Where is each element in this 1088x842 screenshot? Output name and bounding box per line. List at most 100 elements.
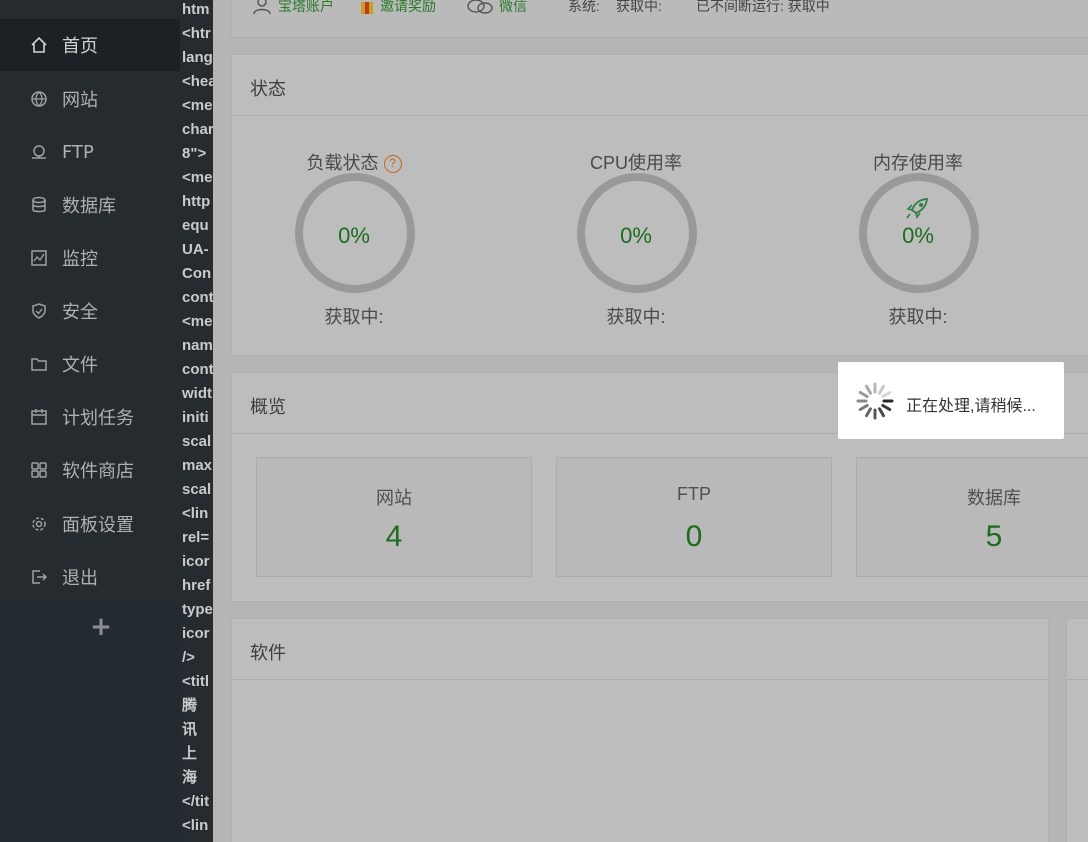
gift-icon bbox=[361, 2, 373, 14]
code-line: 上 bbox=[182, 745, 198, 762]
sidebar-item-home[interactable]: 首页 bbox=[0, 19, 180, 71]
code-line: cont bbox=[182, 361, 213, 378]
code-line: equ bbox=[182, 217, 209, 234]
spinner-segment bbox=[881, 404, 892, 411]
monitor-icon bbox=[29, 248, 49, 268]
code-line: Con bbox=[182, 265, 212, 282]
gauge-status: 获取中: bbox=[888, 307, 948, 327]
code-line: cont bbox=[182, 289, 213, 306]
user-icon bbox=[253, 0, 271, 14]
sidebar-item-label: FTP bbox=[62, 141, 94, 163]
overview-title: 概览 bbox=[250, 397, 286, 417]
database-icon bbox=[29, 195, 49, 215]
code-line: <me bbox=[182, 97, 213, 114]
code-line: rel= bbox=[182, 529, 210, 546]
code-line: <me bbox=[182, 313, 213, 330]
gauge-value: 0% bbox=[620, 223, 652, 248]
account-link[interactable]: 宝塔账户 bbox=[252, 0, 334, 14]
cpu-gauge[interactable]: CPU使用率 0% 获取中: bbox=[536, 115, 736, 355]
sidebar-item-label: 面板设置 bbox=[62, 515, 134, 536]
sidebar-item-settings[interactable]: 面板设置 bbox=[0, 498, 180, 550]
right-card bbox=[1066, 618, 1088, 842]
code-line: widt bbox=[182, 385, 212, 402]
status-card: 状态 负载状态 ? 0% 获取中: CPU使用率 0% 获取中: 内存使用率 0… bbox=[231, 54, 1088, 356]
stat-databases[interactable]: 数据库 5 bbox=[856, 457, 1088, 577]
add-shortcut-button[interactable]: + bbox=[88, 612, 114, 642]
code-line: char bbox=[182, 121, 213, 138]
sidebar: 首页 网站 FTP 数据库 监控 安全 文件 计划任务 软件商店 面板设置 退出… bbox=[0, 0, 180, 842]
system-label: 系统: bbox=[568, 0, 600, 14]
code-line: scal bbox=[182, 433, 212, 450]
sidebar-item-label: 数据库 bbox=[62, 196, 116, 217]
sidebar-item-label: 文件 bbox=[62, 355, 98, 376]
software-title: 软件 bbox=[250, 643, 286, 663]
gear-icon bbox=[29, 514, 49, 534]
sidebar-item-label: 计划任务 bbox=[62, 408, 134, 429]
sidebar-item-logout[interactable]: 退出 bbox=[0, 551, 180, 603]
code-line: </tit bbox=[182, 793, 210, 810]
sidebar-item-label: 首页 bbox=[62, 36, 98, 57]
sidebar-item-label: 网站 bbox=[62, 90, 98, 111]
sidebar-item-monitor[interactable]: 监控 bbox=[0, 232, 180, 284]
calendar-icon bbox=[29, 407, 49, 427]
code-line: initi bbox=[182, 409, 209, 426]
code-line: http bbox=[182, 193, 211, 210]
code-line: <lin bbox=[182, 505, 209, 522]
stat-ftp[interactable]: FTP 0 bbox=[556, 457, 832, 577]
wechat-link[interactable]: 微信 bbox=[467, 0, 527, 14]
divider bbox=[232, 679, 1048, 680]
code-line: <htr bbox=[182, 25, 211, 42]
gauge-value: 0% bbox=[902, 223, 934, 248]
code-line: nam bbox=[182, 337, 213, 354]
sidebar-item-security[interactable]: 安全 bbox=[0, 285, 180, 337]
sidebar-item-website[interactable]: 网站 bbox=[0, 73, 180, 125]
spinner-segment bbox=[858, 391, 869, 398]
memory-gauge[interactable]: 内存使用率 0% 获取中: bbox=[818, 115, 1018, 355]
code-line: <titl bbox=[182, 673, 210, 690]
load-gauge[interactable]: 负载状态 ? 0% 获取中: bbox=[254, 115, 454, 355]
sidebar-menu: 首页 网站 FTP 数据库 监控 安全 文件 计划任务 软件商店 面板设置 退出 bbox=[0, 0, 180, 603]
stat-value[interactable]: 0 bbox=[557, 520, 831, 554]
code-line: <hea bbox=[182, 73, 213, 90]
code-line: 腾 bbox=[182, 697, 198, 714]
logout-icon bbox=[29, 567, 49, 587]
code-line: /> bbox=[182, 649, 195, 666]
code-line: icor bbox=[182, 625, 210, 642]
code-line: 8"> bbox=[182, 145, 207, 162]
code-line: href bbox=[182, 577, 211, 594]
stat-value[interactable]: 4 bbox=[257, 520, 531, 554]
gauge-title: CPU使用率 bbox=[589, 153, 682, 173]
stat-label: 数据库 bbox=[967, 488, 1021, 508]
sidebar-item-label: 软件商店 bbox=[62, 461, 134, 482]
spinner-segment bbox=[878, 407, 885, 418]
sidebar-item-cron[interactable]: 计划任务 bbox=[0, 391, 180, 443]
sidebar-item-label: 安全 bbox=[62, 302, 98, 323]
gauge-title: 内存使用率 bbox=[873, 153, 963, 173]
code-line: scal bbox=[182, 481, 212, 498]
stat-label: 网站 bbox=[376, 488, 412, 508]
gauge-value: 0% bbox=[338, 223, 370, 248]
folder-icon bbox=[29, 354, 49, 374]
sidebar-item-database[interactable]: 数据库 bbox=[0, 179, 180, 231]
code-line: type bbox=[182, 601, 213, 618]
raw-html-overflow: htm <htr lang <hea <me char 8"> <me http equ UA- Co… bbox=[180, 0, 213, 842]
code-line: <me bbox=[182, 169, 213, 186]
top-info-bar: 宝塔账户 邀请奖励 微信 系统: 获取中: 已不间断运行: 获取中 bbox=[231, 0, 1088, 38]
code-line: <lin bbox=[182, 817, 209, 834]
uptime-text: 已不间断运行: 获取中 bbox=[696, 0, 830, 14]
wechat-icon bbox=[467, 0, 493, 14]
rocket-icon[interactable] bbox=[906, 197, 930, 219]
help-icon[interactable]: ? bbox=[383, 155, 402, 173]
software-card: 软件 bbox=[231, 618, 1049, 842]
spinner-icon bbox=[856, 382, 894, 420]
code-line: UA- bbox=[182, 241, 209, 258]
spinner-segment bbox=[858, 404, 869, 411]
sidebar-item-files[interactable]: 文件 bbox=[0, 338, 180, 390]
globe-icon bbox=[29, 89, 49, 109]
invite-reward-link[interactable]: 邀请奖励 bbox=[360, 0, 436, 14]
sidebar-item-ftp[interactable]: FTP bbox=[0, 126, 180, 178]
sidebar-item-appstore[interactable]: 软件商店 bbox=[0, 444, 180, 496]
stat-websites[interactable]: 网站 4 bbox=[256, 457, 532, 577]
code-line: htm bbox=[182, 1, 210, 18]
stat-value[interactable]: 5 bbox=[857, 520, 1088, 554]
